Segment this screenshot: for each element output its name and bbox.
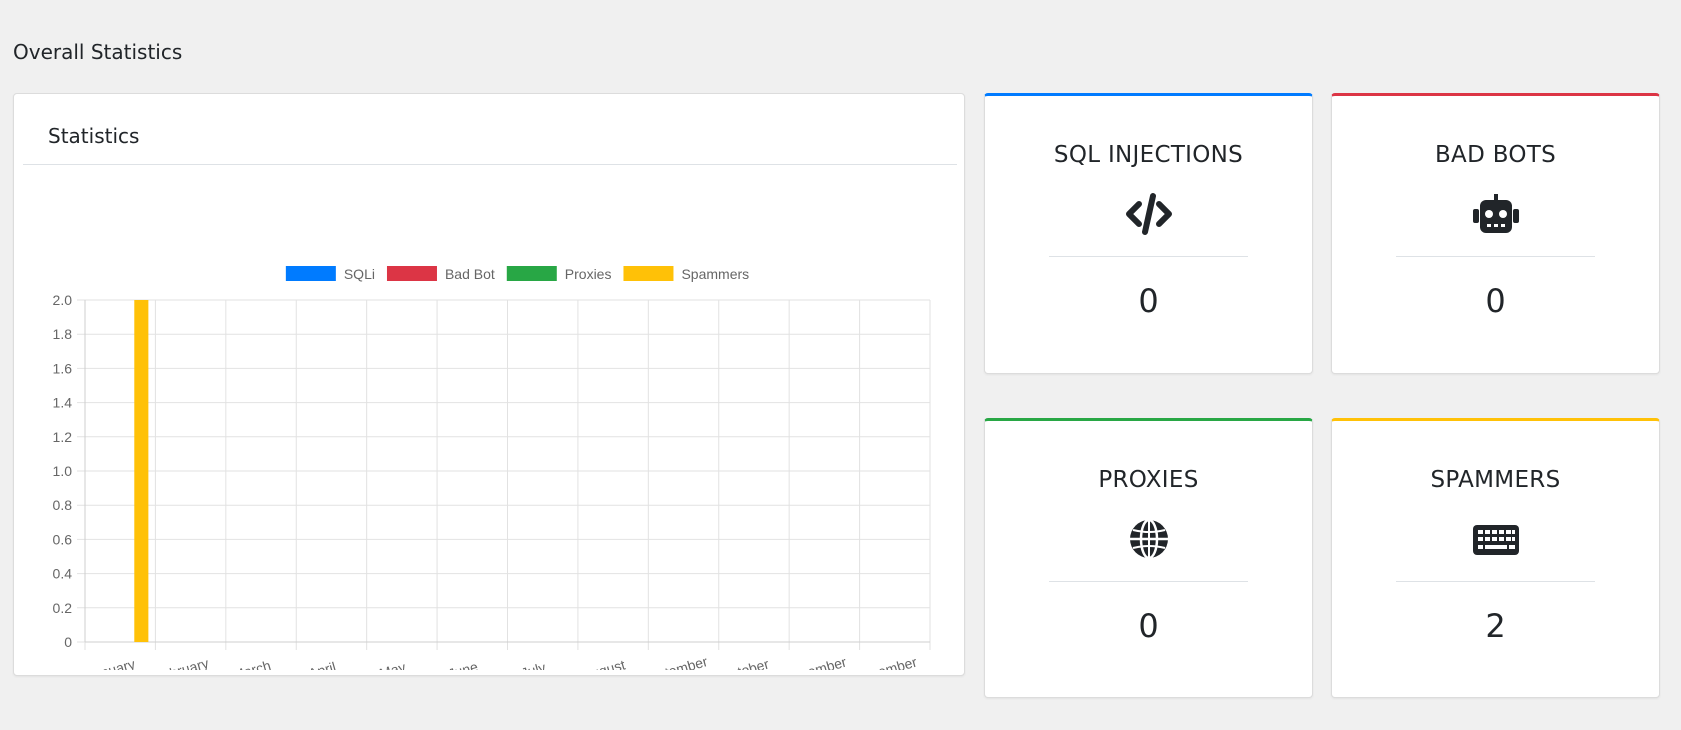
statistics-card: Statistics 0 0.2 0.4 0.6 0.8 1.0 1.2 1.4 1.6 1.8 2… xyxy=(13,93,965,676)
y-tick-label: 1.2 xyxy=(53,429,73,445)
y-tick-label: 1.6 xyxy=(53,360,73,376)
x-tick-label: April xyxy=(306,659,337,670)
sql-injections-title: SQL INJECTIONS xyxy=(1053,142,1244,168)
y-tick-label: 0.6 xyxy=(53,531,73,547)
y-tick-label: 2.0 xyxy=(53,292,73,308)
divider xyxy=(1049,256,1248,257)
x-tick-label: December xyxy=(852,654,919,670)
spammers-count: 2 xyxy=(1485,607,1506,645)
legend-swatch-spammers xyxy=(623,266,674,281)
statistics-chart: 0 0.2 0.4 0.6 0.8 1.0 1.2 1.4 1.6 1.8 2.0 January Fe… xyxy=(53,266,931,670)
x-tick-label: March xyxy=(231,657,273,670)
globe-icon xyxy=(1129,518,1168,560)
x-tick-label: October xyxy=(718,656,771,670)
legend-label: Proxies xyxy=(565,266,612,282)
statistics-card-header: Statistics xyxy=(23,94,957,165)
x-tick-label: February xyxy=(152,655,210,670)
statistics-card-title: Statistics xyxy=(48,124,140,148)
y-tick-label: 1.8 xyxy=(53,326,73,342)
y-tick-label: 1.4 xyxy=(53,395,73,411)
keyboard-icon xyxy=(1472,525,1519,555)
y-tick-label: 0.4 xyxy=(53,566,73,582)
spammers-card: SPAMMERS 2 xyxy=(1331,418,1660,698)
x-tick-label: August xyxy=(581,656,627,670)
bad-bots-title: BAD BOTS xyxy=(1434,142,1557,168)
y-tick-label: 0.2 xyxy=(53,600,73,616)
divider xyxy=(1049,581,1248,582)
legend-label: Spammers xyxy=(681,266,749,282)
x-tick-label: November xyxy=(782,654,849,670)
y-tick-label: 1.0 xyxy=(53,463,73,479)
x-tick-label: July xyxy=(519,659,547,670)
legend-swatch-bad-bot xyxy=(386,266,437,281)
bad-bots-count: 0 xyxy=(1485,282,1506,320)
legend-swatch-sqli xyxy=(285,266,336,281)
sql-injections-count: 0 xyxy=(1138,282,1159,320)
y-tick-label: 0 xyxy=(64,634,72,650)
divider xyxy=(1396,256,1595,257)
proxies-count: 0 xyxy=(1138,607,1159,645)
x-tick-label: January xyxy=(85,656,137,670)
sql-injections-card: SQL INJECTIONS 0 xyxy=(984,93,1313,374)
legend-label: SQLi xyxy=(344,266,375,282)
bad-bots-card: BAD BOTS 0 xyxy=(1331,93,1660,374)
legend-swatch-proxies xyxy=(506,266,557,281)
proxies-title: PROXIES xyxy=(1098,467,1199,493)
x-tick-label: June xyxy=(446,658,480,670)
robot-icon xyxy=(1472,194,1519,233)
legend-label: Bad Bot xyxy=(445,266,495,282)
y-tick-label: 0.8 xyxy=(53,497,73,513)
x-tick-label: September xyxy=(639,653,710,670)
spammers-title: SPAMMERS xyxy=(1430,467,1561,493)
x-tick-label: May xyxy=(378,659,408,670)
proxies-card: PROXIES 0 xyxy=(984,418,1313,698)
code-icon xyxy=(1125,193,1172,235)
divider xyxy=(1396,581,1595,582)
page-title: Overall Statistics xyxy=(13,40,183,64)
bar-spammers xyxy=(134,300,149,642)
